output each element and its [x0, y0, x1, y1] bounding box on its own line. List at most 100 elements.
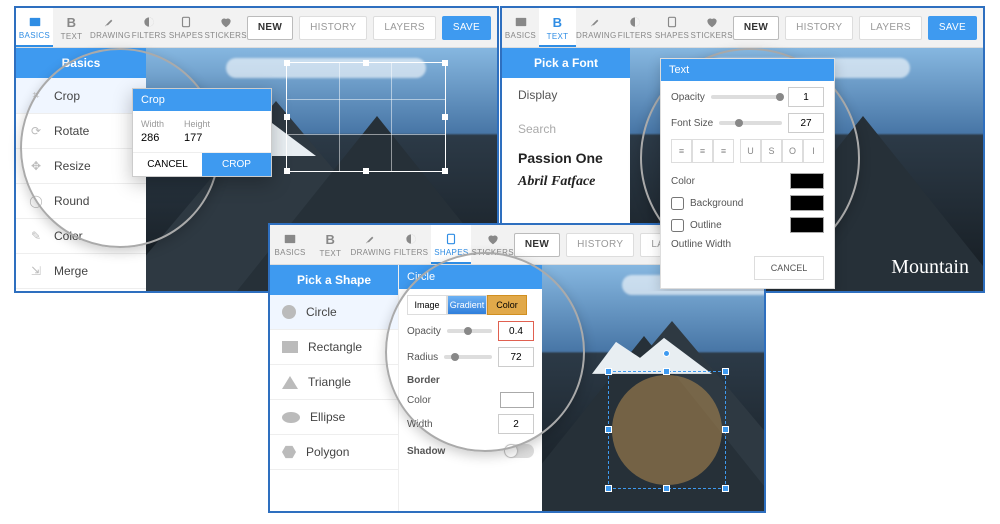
shape-option-triangle[interactable]: Triangle — [270, 365, 398, 400]
crop-handle[interactable] — [442, 168, 448, 174]
crop-handle[interactable] — [284, 114, 290, 120]
border-section: Border — [407, 375, 534, 386]
crop-handle[interactable] — [442, 114, 448, 120]
history-button[interactable]: HISTORY — [785, 16, 853, 40]
background-check[interactable] — [671, 197, 684, 210]
border-color-swatch[interactable] — [500, 392, 534, 408]
crop-handle[interactable] — [363, 60, 369, 66]
new-button[interactable]: NEW — [733, 16, 779, 40]
opacity-field[interactable] — [498, 321, 534, 341]
align-center-button[interactable]: ≡ — [692, 139, 713, 163]
radius-field[interactable] — [498, 347, 534, 367]
canvas[interactable] — [542, 265, 764, 511]
tab-shapes[interactable]: SHAPES — [431, 225, 471, 264]
tab-filters[interactable]: FILTERS — [616, 8, 653, 47]
tab-text[interactable]: BTEXT — [310, 225, 350, 264]
new-button[interactable]: NEW — [514, 233, 560, 257]
width-value[interactable]: 286 — [141, 129, 164, 144]
selection-handle[interactable] — [605, 368, 612, 375]
tab-shapes[interactable]: SHAPES — [167, 8, 204, 47]
radius-slider[interactable] — [444, 355, 492, 359]
tab-text[interactable]: BTEXT — [53, 8, 90, 47]
filltab-image[interactable]: Image — [407, 295, 447, 315]
shape-icon — [444, 232, 458, 246]
sidebar-item-crop[interactable]: ⌗Crop — [16, 78, 146, 114]
tab-filters[interactable]: FILTERS — [391, 225, 431, 264]
new-button[interactable]: NEW — [247, 16, 293, 40]
history-button[interactable]: HISTORY — [566, 233, 634, 257]
crop-handle[interactable] — [284, 60, 290, 66]
cancel-button[interactable]: CANCEL — [754, 256, 824, 280]
sidebar-item-color[interactable]: ✎Color — [16, 219, 146, 254]
shape-option-polygon[interactable]: Polygon — [270, 435, 398, 470]
color-swatch[interactable] — [790, 173, 824, 189]
rotate-handle[interactable] — [663, 350, 670, 357]
sidebar-item-resize[interactable]: ✥Resize — [16, 149, 146, 184]
tab-filters[interactable]: FILTERS — [130, 8, 167, 47]
bg-swatch[interactable] — [790, 195, 824, 211]
crop-handle[interactable] — [442, 60, 448, 66]
tab-basics[interactable]: BASICS — [502, 8, 539, 47]
save-button[interactable]: SAVE — [442, 16, 491, 40]
sidebar-item-merge[interactable]: ⇲Merge — [16, 254, 146, 289]
canvas-text[interactable]: Mountain — [891, 256, 969, 279]
strike-button[interactable]: S — [761, 139, 782, 163]
shape-option-rectangle[interactable]: Rectangle — [270, 330, 398, 365]
border-width-field[interactable] — [498, 414, 534, 434]
align-left-button[interactable]: ≡ — [671, 139, 692, 163]
tab-drawing[interactable]: DRAWING — [576, 8, 616, 47]
history-button[interactable]: HISTORY — [299, 16, 367, 40]
ellipse-icon — [282, 412, 300, 423]
filltab-gradient[interactable]: Gradient — [447, 295, 487, 315]
italic-button[interactable]: I — [803, 139, 824, 163]
font-category-display[interactable]: Display — [502, 78, 630, 112]
font-option-passion-one[interactable]: Passion One — [502, 146, 630, 170]
tab-stickers[interactable]: STICKERS — [204, 8, 246, 47]
shape-option-circle[interactable]: Circle — [270, 295, 398, 330]
save-button[interactable]: SAVE — [928, 16, 977, 40]
tab-stickers[interactable]: STICKERS — [690, 8, 732, 47]
selection-handle[interactable] — [722, 426, 729, 433]
selection-handle[interactable] — [605, 426, 612, 433]
align-right-button[interactable]: ≡ — [713, 139, 734, 163]
underline-button[interactable]: U — [740, 139, 761, 163]
tab-drawing[interactable]: DRAWING — [351, 225, 391, 264]
selection-handle[interactable] — [605, 485, 612, 492]
filltab-color[interactable]: Color — [487, 295, 527, 315]
outline-swatch[interactable] — [790, 217, 824, 233]
selection-handle[interactable] — [722, 368, 729, 375]
outline-check[interactable] — [671, 219, 684, 232]
crop-handle[interactable] — [284, 168, 290, 174]
opacity-slider[interactable] — [711, 95, 782, 99]
font-option-abril[interactable]: Abril Fatface — [502, 170, 630, 194]
crop-button[interactable]: CROP — [202, 153, 271, 176]
fontsize-field[interactable] — [788, 113, 824, 133]
crop-handle[interactable] — [363, 168, 369, 174]
cancel-button[interactable]: CANCEL — [133, 153, 202, 176]
selection-handle[interactable] — [663, 368, 670, 375]
sidebar-title: Pick a Font — [502, 48, 630, 78]
selection-handle[interactable] — [663, 485, 670, 492]
opacity-field[interactable] — [788, 87, 824, 107]
opacity-slider[interactable] — [447, 329, 492, 333]
shape-option-ellipse[interactable]: Ellipse — [270, 400, 398, 435]
sidebar-item-rotate[interactable]: ⟳Rotate — [16, 114, 146, 149]
layers-button[interactable]: LAYERS — [373, 16, 436, 40]
brush-icon — [364, 232, 378, 246]
tab-basics[interactable]: BASICS — [16, 8, 53, 47]
overline-button[interactable]: O — [782, 139, 803, 163]
tab-shapes[interactable]: SHAPES — [653, 8, 690, 47]
shape-icon — [665, 15, 679, 29]
selection-handle[interactable] — [722, 485, 729, 492]
tab-stickers[interactable]: STICKERS — [471, 225, 513, 264]
tab-basics[interactable]: BASICS — [270, 225, 310, 264]
height-value[interactable]: 177 — [184, 129, 210, 144]
layers-button[interactable]: LAYERS — [859, 16, 922, 40]
sidebar-item-round[interactable]: ◯Round — [16, 184, 146, 219]
tab-text[interactable]: BTEXT — [539, 8, 576, 47]
fontsize-slider[interactable] — [719, 121, 782, 125]
crop-box[interactable] — [286, 62, 446, 172]
selection-box[interactable] — [608, 371, 726, 489]
shadow-toggle[interactable] — [504, 444, 534, 458]
tab-drawing[interactable]: DRAWING — [90, 8, 130, 47]
